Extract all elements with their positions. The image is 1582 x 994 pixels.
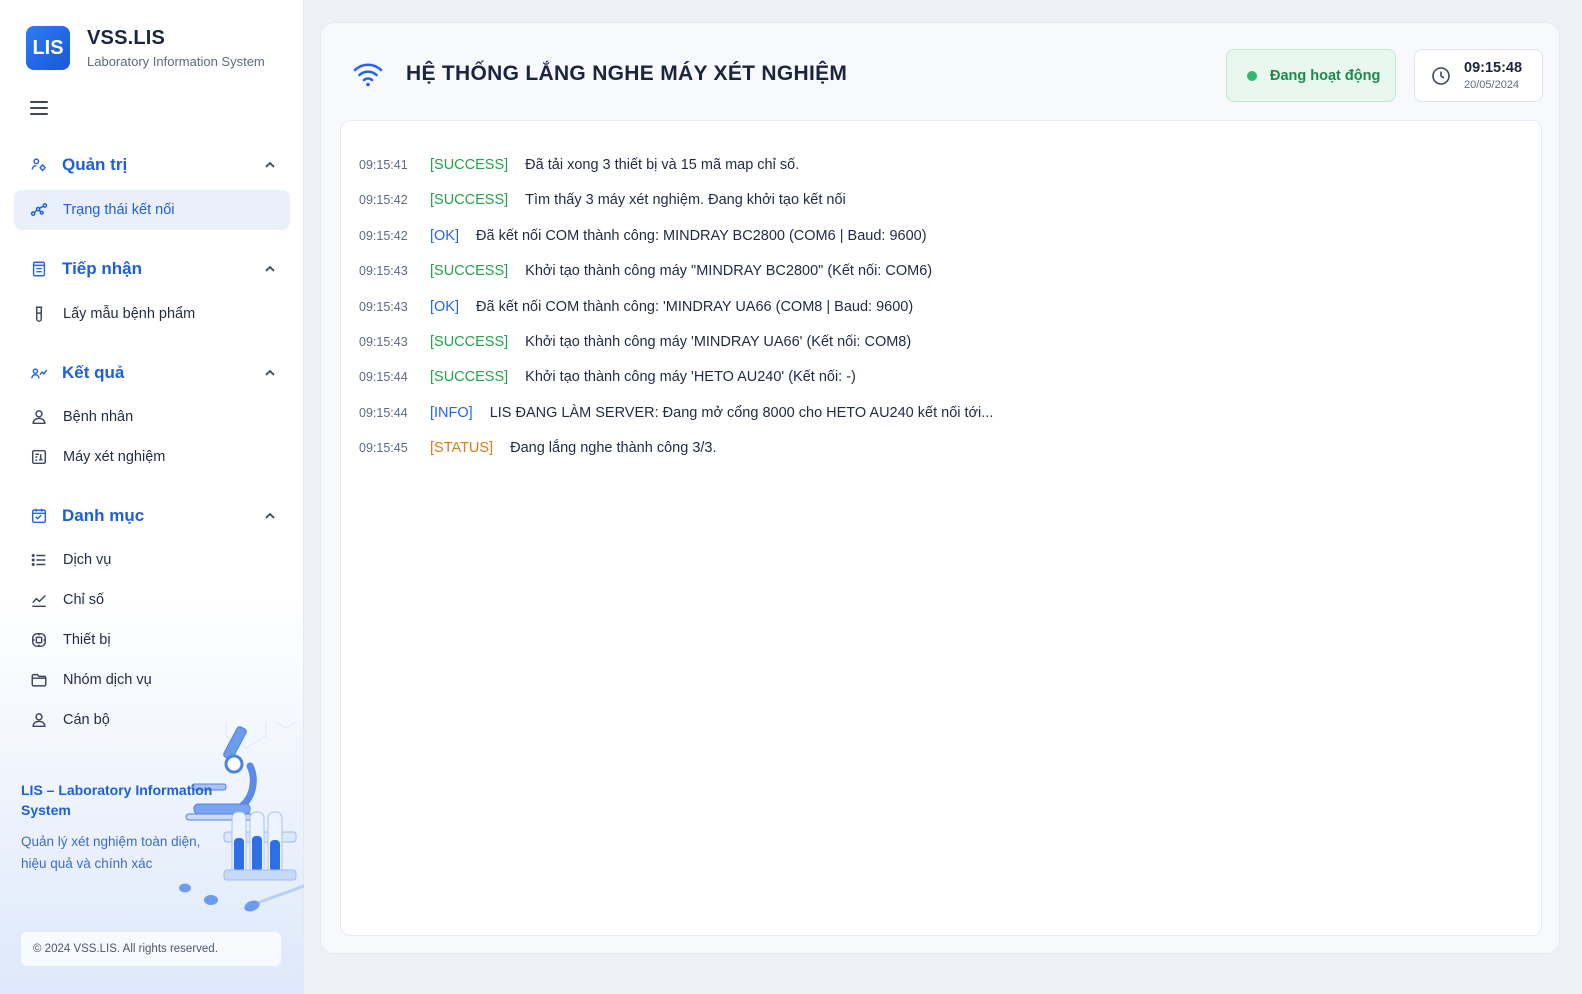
chevron-up-icon[interactable] [264,510,276,522]
log-line: 09:15:41 [SUCCESS] Đã tải xong 3 thiết b… [359,157,800,173]
log-line: 09:15:43 [SUCCESS] Khởi tạo thành công m… [359,334,912,350]
promo-description: Quản lý xét nghiệm toàn diện, hiệu quả v… [21,834,201,871]
status-text: Đang hoạt động [1270,67,1381,84]
clock-icon [1432,66,1450,85]
sidebar-item-benh-nhan[interactable]: Bệnh nhân [14,397,290,437]
catalog-icon [31,508,47,524]
log-line: 09:15:44 [SUCCESS] Khởi tạo thành công m… [359,369,856,385]
folder-icon [31,673,47,687]
brand-subtitle: Laboratory Information System [87,54,265,69]
chart-line-icon [32,594,46,608]
log-line: 09:15:44 [INFO] LIS ĐANG LÀM SERVER: Đan… [359,405,994,421]
clock: 09:15:48 20/05/2024 [1414,49,1543,102]
log-panel[interactable]: 09:15:41 [SUCCESS] Đã tải xong 3 thiết b… [340,120,1542,936]
hamburger-menu-icon[interactable] [30,101,48,115]
log-line: 09:15:42 [OK] Đã kết nối COM thành công:… [359,228,927,244]
copyright: © 2024 VSS.LIS. All rights reserved. [21,932,281,966]
admin-icon [31,158,46,172]
status-badge: Đang hoạt động [1226,49,1396,102]
clock-date: 20/05/2024 [1464,79,1520,91]
clock-time: 09:15:48 [1464,60,1523,76]
sidebar: LIS VSS.LIS Laboratory Information Syste… [0,0,304,994]
results-icon [31,368,48,379]
sidebar-item-lay-mau-benh-pham[interactable]: Lấy mẫu bệnh phẩm [14,294,290,334]
log-line: 09:15:43 [OK] Đã kết nối COM thành công:… [359,299,914,315]
status-dot-icon [1247,70,1257,81]
page-title: HỆ THỐNG LẮNG NGHE MÁY XÉT NGHIỆM [406,62,848,85]
user-icon [32,410,46,425]
promo-title: LIS – Laboratory Information System [21,782,213,818]
connection-icon [30,203,48,216]
sidebar-item-dich-vu[interactable]: Dịch vụ [14,540,290,580]
sidebar-item-thiet-bi[interactable]: Thiết bị [14,620,290,660]
test-tube-icon [35,306,43,322]
sidebar-item-nhom-dich-vu[interactable]: Nhóm dịch vụ [14,660,290,700]
sidebar-item-chi-so[interactable]: Chỉ số [14,580,290,620]
list-icon [31,553,46,567]
promo: LIS – Laboratory Information System Quản… [21,780,221,875]
nav-group-tiep-nhan[interactable]: Tiếp nhận [30,255,276,283]
staff-icon [32,713,46,728]
device-icon [31,632,47,648]
brand: LIS VSS.LIS Laboratory Information Syste… [26,26,265,70]
brand-title: VSS.LIS [87,27,166,49]
log-line: 09:15:45 [STATUS] Đang lắng nghe thành c… [359,440,717,456]
nav-group-danh-muc[interactable]: Danh mục [30,502,276,530]
chevron-up-icon[interactable] [264,263,276,275]
chevron-up-icon[interactable] [264,367,276,379]
machine-icon [31,449,47,465]
wifi-icon [353,63,383,87]
log-line: 09:15:42 [SUCCESS] Tìm thấy 3 máy xét ng… [359,192,846,208]
reception-icon [32,261,46,277]
sidebar-item-trang-thai-ket-noi[interactable]: Trạng thái kết nối [14,190,290,230]
chevron-up-icon[interactable] [264,159,276,171]
brand-logo: LIS [26,26,70,70]
log-line: 09:15:43 [SUCCESS] Khởi tạo thành công m… [359,263,933,279]
nav-group-ket-qua[interactable]: Kết quả [30,359,276,387]
nav-group-quan-tri[interactable]: Quản trị [30,151,276,179]
sidebar-item-may-xet-nghiem[interactable]: Máy xét nghiệm [14,437,290,477]
